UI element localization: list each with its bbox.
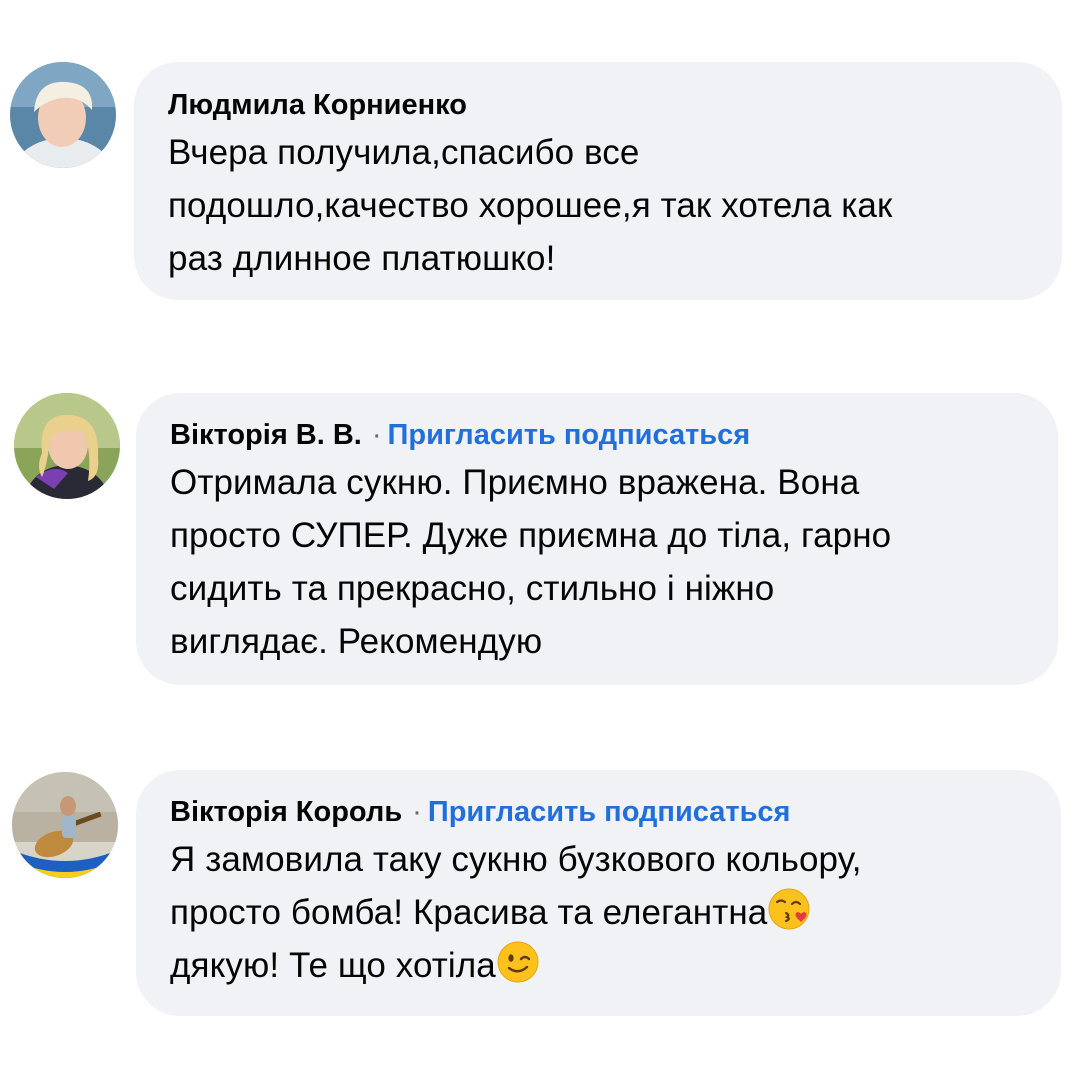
comment-line: Я замовила таку сукню бузкового кольору, bbox=[170, 840, 862, 879]
avatar[interactable] bbox=[12, 772, 118, 878]
comment-author: Людмила Корниенко bbox=[168, 88, 1028, 122]
avatar[interactable] bbox=[10, 62, 116, 168]
winking-face-icon bbox=[497, 941, 539, 983]
comment-line: Отримала сукню. Приємно вражена. Вона bbox=[170, 463, 860, 502]
invite-to-follow-link[interactable]: Пригласить подписаться bbox=[388, 419, 751, 451]
user-photo-icon bbox=[14, 393, 120, 499]
author-name[interactable]: Вікторія В. В. bbox=[170, 419, 362, 451]
comment-line-text: просто бомба! Красива та елегантна bbox=[170, 893, 768, 932]
comment-text: Вчера получила,спасибо все подошло,качес… bbox=[168, 126, 1028, 285]
separator-dot: · bbox=[412, 796, 422, 828]
comment-line: виглядає. Рекомендую bbox=[170, 622, 543, 661]
comment-line: Вчера получила,спасибо все bbox=[168, 133, 640, 172]
comment-header: Вікторія В. В. · Пригласить подписаться bbox=[170, 418, 1024, 452]
face-blowing-kiss-icon bbox=[768, 888, 810, 930]
separator-dot: · bbox=[371, 419, 382, 451]
user-photo-icon bbox=[10, 62, 116, 168]
comment-text: Отримала сукню. Приємно вражена. Вона пр… bbox=[170, 456, 1024, 668]
comment-line: просто СУПЕР. Дуже приємна до тіла, гарн… bbox=[170, 516, 892, 555]
user-photo-icon bbox=[12, 772, 118, 878]
comment-bubble: Людмила Корниенко Вчера получила,спасибо… bbox=[134, 62, 1062, 300]
comment-line: сидить та прекрасно, стильно і ніжно bbox=[170, 569, 775, 608]
comment-line: просто бомба! Красива та елегантна bbox=[170, 886, 1027, 939]
comment-bubble: Вікторія В. В. · Пригласить подписаться От… bbox=[136, 393, 1058, 685]
comment-text: Я замовила таку сукню бузкового кольору,… bbox=[170, 833, 1027, 992]
comment-line: дякую! Те що хотіла bbox=[170, 939, 1027, 992]
comment-line-text: дякую! Те що хотіла bbox=[170, 946, 496, 985]
invite-to-follow-link[interactable]: Пригласить подписаться bbox=[428, 796, 791, 828]
comment-line: раз длинное платюшко! bbox=[168, 239, 556, 278]
avatar[interactable] bbox=[14, 393, 120, 499]
comment-header: Вікторія Король · Пригласить подписаться bbox=[170, 795, 1027, 829]
author-name[interactable]: Вікторія Король bbox=[170, 796, 402, 828]
comment-bubble: Вікторія Король · Пригласить подписаться Я… bbox=[136, 770, 1061, 1016]
author-name[interactable]: Людмила Корниенко bbox=[168, 89, 467, 121]
comment-line: подошло,качество хорошее,я так хотела ка… bbox=[168, 186, 893, 225]
